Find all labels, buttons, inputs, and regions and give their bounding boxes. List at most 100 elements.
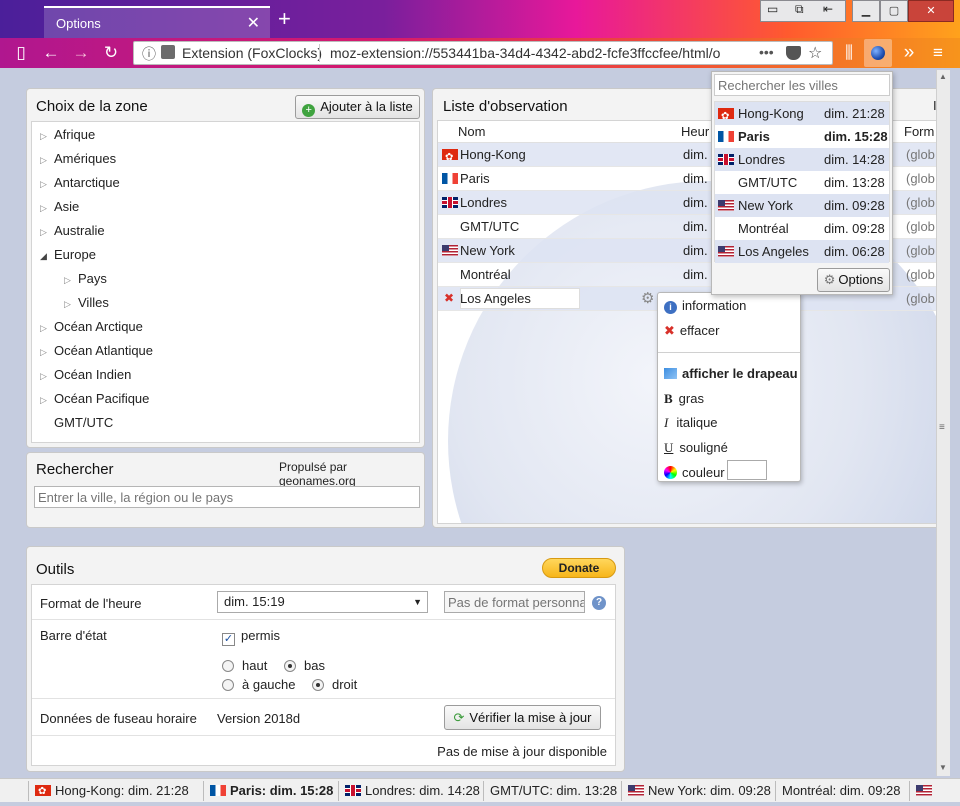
tree-item-villes[interactable]: ▷ Villes [64,291,109,315]
status-clock-londres[interactable]: Londres: dim. 14:28 [339,781,484,801]
tree-item-gmt-utc[interactable]: GMT/UTC [54,411,113,435]
window-btn-1-icon[interactable]: ▭ [767,2,778,16]
close-window-icon[interactable]: ✕ [908,0,954,22]
expand-icon[interactable]: ▷ [40,340,54,364]
menu-item-underline[interactable]: Usouligné [664,438,728,458]
menu-item-delete[interactable]: ✖ effacer [664,321,719,341]
col-time[interactable]: Heur [681,124,709,139]
allowed-checkbox[interactable]: ✓ permis [222,628,280,646]
tree-item-ameriques[interactable]: ▷ Amériques [40,147,116,171]
status-clock-paris[interactable]: Paris: dim. 15:28 [204,781,339,801]
popup-row[interactable]: Los Angeles dim. 06:28 [715,240,889,263]
us-flag-icon [628,785,644,796]
radio-left[interactable]: à gauche [222,677,296,692]
radio-top[interactable]: haut [222,658,267,673]
city-search-input[interactable] [34,486,420,508]
tree-item-europe[interactable]: ◢ Europe [40,243,96,267]
expand-icon[interactable]: ▷ [40,220,54,244]
popup-city-search[interactable] [714,74,890,96]
url-bar[interactable]: ⓘ Extension (FoxClocks) moz-extension://… [133,41,833,65]
menu-item-show-flag[interactable]: afficher le drapeau [664,364,798,384]
popup-row[interactable]: Londres dim. 14:28 [715,148,889,171]
popup-options-button[interactable]: ⚙ Options [817,268,890,292]
expand-icon[interactable]: ▷ [40,364,54,388]
help-icon[interactable]: ? [592,596,606,610]
page-scrollbar[interactable]: ▲ ≡ ▼ [936,70,950,776]
add-to-list-button[interactable]: + Ajouter à la liste [295,95,420,119]
maximize-icon[interactable]: ▢ [880,0,908,22]
overflow-chevron-icon[interactable]: » [898,42,920,64]
status-clock-more[interactable] [910,781,938,801]
tree-item-ocean-indien[interactable]: ▷ Océan Indien [40,363,131,387]
tab-close-icon[interactable]: ✕ [247,13,260,33]
back-icon[interactable]: ← [40,42,62,64]
popup-row[interactable]: Paris dim. 15:28 [715,125,889,148]
collapse-icon[interactable]: ◢ [40,244,54,268]
color-swatch[interactable] [727,460,767,480]
expand-icon[interactable]: ▷ [40,388,54,412]
forward-icon[interactable]: → [70,42,92,64]
check-update-button[interactable]: ⟳ Vérifier la mise à jour [444,705,601,730]
expand-icon[interactable]: ▷ [40,196,54,220]
zone-panel: Choix de la zone + Ajouter à la liste ▷ Af… [26,88,425,448]
time-format-select[interactable]: dim. 15:19 ▼ [217,591,428,613]
radio-bottom[interactable]: bas [284,658,325,673]
popup-row[interactable]: New York dim. 09:28 [715,194,889,217]
menu-item-italic[interactable]: Iitalique [664,413,718,433]
menu-item-bold[interactable]: Bgras [664,389,704,409]
expand-icon[interactable]: ▷ [40,124,54,148]
expand-icon[interactable]: ▷ [64,292,78,316]
tree-item-afrique[interactable]: ▷ Afrique [40,123,95,147]
pocket-icon[interactable] [786,46,801,60]
tree-item-antarctique[interactable]: ▷ Antarctique [40,171,120,195]
scroll-down-icon[interactable]: ▼ [939,763,947,772]
tree-item-ocean-atlantique[interactable]: ▷ Océan Atlantique [40,339,153,363]
tree-item-asie[interactable]: ▷ Asie [40,195,79,219]
tree-item-ocean-pacifique[interactable]: ▷ Océan Pacifique [40,387,149,411]
url-text[interactable]: moz-extension://553441ba-34d4-4342-abd2-… [330,45,730,61]
tree-item-australie[interactable]: ▷ Australie [40,219,105,243]
status-clock-gmt[interactable]: GMT/UTC: dim. 13:28 [484,781,622,801]
expand-icon[interactable]: ▷ [64,268,78,292]
tree-item-pays[interactable]: ▷ Pays [64,267,107,291]
library-icon[interactable]: ⫼ [838,42,860,64]
status-clock-new-york[interactable]: New York: dim. 09:28 [622,781,776,801]
popup-row[interactable]: Montréal dim. 09:28 [715,217,889,240]
identity-label[interactable]: Extension (FoxClocks) [182,45,322,61]
tools-panel: Outils Donate Format de l'heure dim. 15:… [26,546,625,772]
page-actions-icon[interactable]: ••• [759,44,774,60]
menu-icon[interactable]: ≡ [927,42,949,64]
expand-icon[interactable]: ▷ [40,316,54,340]
scroll-up-icon[interactable]: ▲ [939,72,947,81]
delete-x-icon[interactable]: ✖ [444,287,454,310]
expand-icon[interactable]: ▷ [40,172,54,196]
col-format[interactable]: Form [904,124,934,139]
us-flag-icon [442,245,458,256]
tree-item-ocean-arctique[interactable]: ▷ Océan Arctique [40,315,143,339]
expand-icon[interactable]: ▷ [40,148,54,172]
new-tab-button[interactable]: + [278,8,291,30]
tab-options[interactable]: Options ✕ [44,6,270,38]
foxclocks-button[interactable] [864,39,892,67]
flag-icon [664,368,677,379]
status-clock-hong-kong[interactable]: Hong-Kong: dim. 21:28 [28,781,204,802]
popup-row[interactable]: GMT/UTC dim. 13:28 [715,171,889,194]
menu-item-info[interactable]: i information [664,296,746,316]
reload-icon[interactable]: ↻ [100,42,122,64]
window-btn-2-icon[interactable]: ⧉ [795,2,804,17]
radio-right[interactable]: droit [312,677,357,692]
minimize-icon[interactable]: ▁ [852,0,880,22]
col-name[interactable]: Nom [458,124,485,139]
window-btn-3-icon[interactable]: ⇤ [823,2,833,16]
custom-format-input[interactable] [444,591,585,613]
menu-item-color[interactable]: couleur [664,463,725,483]
bookmark-star-icon[interactable]: ☆ [808,43,822,63]
scroll-thumb-grip[interactable]: ≡ [939,422,945,433]
info-icon[interactable]: ⓘ [142,44,156,64]
popup-row[interactable]: Hong-Kongdim. 21:28 [715,102,889,128]
zone-tree: ▷ Afrique ▷ Amériques ▷ Antarctique ▷ Asie ▷… [31,121,420,443]
status-clock-montreal[interactable]: Montréal: dim. 09:28 [776,781,910,801]
donate-button[interactable]: Donate [542,558,616,578]
sidebar-toggle-icon[interactable]: ▯ [10,42,32,64]
gear-icon[interactable]: ⚙ [641,287,654,310]
